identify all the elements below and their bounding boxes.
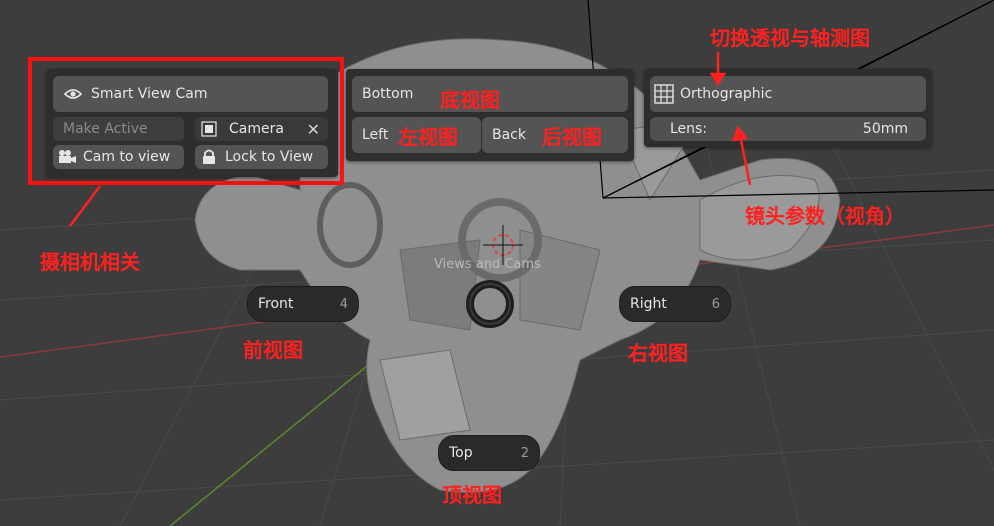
annotation-toggle-projection: 切换透视与轴测图	[710, 26, 870, 50]
annotation-front-view: 前视图	[243, 338, 303, 362]
annotation-arrows	[69, 52, 752, 227]
annotation-back-view: 后视图	[542, 125, 602, 149]
annotation-lens-params: 镜头参数（视角）	[745, 204, 905, 228]
annotation-camera-related: 摄相机相关	[40, 250, 140, 274]
annotation-top-view: 顶视图	[442, 483, 502, 507]
annotation-right-view: 右视图	[628, 341, 688, 365]
annotation-bottom-view: 底视图	[440, 88, 500, 112]
annotation-left-view: 左视图	[398, 125, 458, 149]
